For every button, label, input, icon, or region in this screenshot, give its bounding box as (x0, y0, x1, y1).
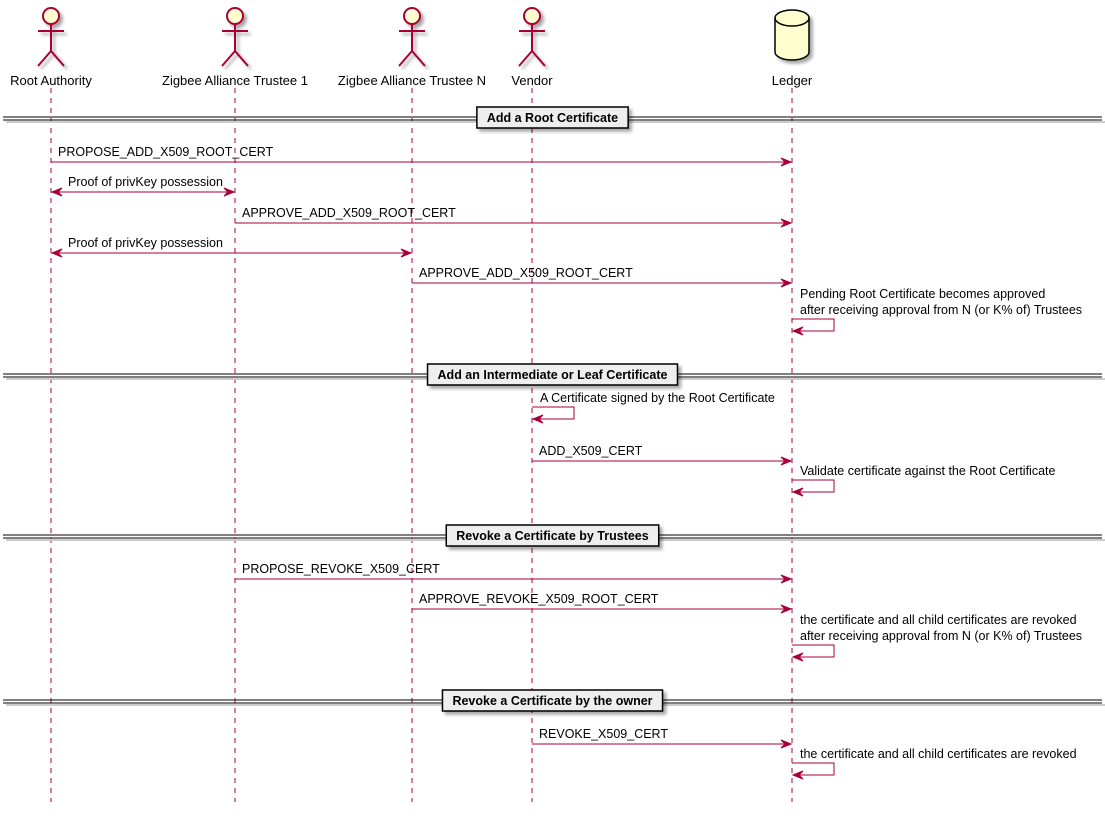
participants: Root Authority Zigbee Alliance Trustee 1 Z… (10, 7, 813, 88)
message-bidirectional: Proof of privKey possession (50, 236, 413, 258)
message-label: REVOKE_X509_CERT (539, 727, 668, 741)
message-label: ADD_X509_CERT (539, 444, 643, 458)
messages: PROPOSE_ADD_X509_ROOT_CERT Proof of privK… (50, 145, 1082, 780)
message-label: Pending Root Certificate becomes approve… (800, 287, 1045, 301)
section-title: Revoke a Certificate by the owner (452, 694, 652, 708)
message-label: the certificate and all child certificat… (800, 613, 1077, 627)
participant-label: Ledger (772, 73, 813, 88)
message-sync: ADD_X509_CERT (532, 444, 793, 466)
message-self: the certificate and all child certificat… (791, 747, 1077, 780)
message-self: A Certificate signed by the Root Certifi… (531, 391, 775, 424)
section-divider: Revoke a Certificate by the owner (3, 689, 1105, 712)
message-label: Proof of privKey possession (68, 175, 223, 189)
message-label: the certificate and all child certificat… (800, 747, 1077, 761)
section-title: Revoke a Certificate by Trustees (456, 529, 648, 543)
section-title: Add an Intermediate or Leaf Certificate (438, 368, 668, 382)
message-label: PROPOSE_REVOKE_X509_CERT (242, 562, 440, 576)
participant-tn: Zigbee Alliance Trustee N (338, 7, 486, 88)
participant-root: Root Authority (10, 7, 92, 88)
lifelines (50, 88, 793, 802)
participant-label: Zigbee Alliance Trustee N (338, 73, 486, 88)
message-sync: APPROVE_ADD_X509_ROOT_CERT (235, 206, 793, 228)
section-divider: Revoke a Certificate by Trustees (3, 524, 1105, 547)
message-self: Validate certificate against the Root Ce… (791, 464, 1056, 497)
message-label: Proof of privKey possession (68, 236, 223, 250)
message-label: PROPOSE_ADD_X509_ROOT_CERT (58, 145, 273, 159)
participant-label: Zigbee Alliance Trustee 1 (162, 73, 308, 88)
actor-icon (37, 7, 65, 67)
database-icon (774, 9, 810, 61)
actor-icon (398, 7, 426, 67)
participant-t1: Zigbee Alliance Trustee 1 (162, 7, 308, 88)
message-self: the certificate and all child certificat… (791, 613, 1082, 662)
participant-ledger: Ledger (772, 9, 813, 88)
message-label: APPROVE_REVOKE_X509_ROOT_CERT (419, 592, 659, 606)
actor-icon (221, 7, 249, 67)
message-label: A Certificate signed by the Root Certifi… (540, 391, 775, 405)
message-self: Pending Root Certificate becomes approve… (791, 287, 1082, 336)
section-title: Add a Root Certificate (487, 111, 618, 125)
message-label: APPROVE_ADD_X509_ROOT_CERT (419, 266, 633, 280)
message-sync: APPROVE_ADD_X509_ROOT_CERT (412, 266, 793, 288)
message-sync: PROPOSE_ADD_X509_ROOT_CERT (51, 145, 793, 167)
message-bidirectional: Proof of privKey possession (50, 175, 236, 197)
participant-label: Vendor (511, 73, 553, 88)
section-divider: Add a Root Certificate (3, 106, 1105, 129)
message-sync: APPROVE_REVOKE_X509_ROOT_CERT (412, 592, 793, 614)
message-label: APPROVE_ADD_X509_ROOT_CERT (242, 206, 456, 220)
message-label: after receiving approval from N (or K% o… (800, 629, 1082, 643)
participant-vendor: Vendor (511, 7, 553, 88)
message-sync: REVOKE_X509_CERT (532, 727, 793, 749)
message-label: after receiving approval from N (or K% o… (800, 303, 1082, 317)
section-divider: Add an Intermediate or Leaf Certificate (3, 363, 1105, 386)
actor-icon (518, 7, 546, 67)
participant-label: Root Authority (10, 73, 92, 88)
message-label: Validate certificate against the Root Ce… (800, 464, 1056, 478)
message-sync: PROPOSE_REVOKE_X509_CERT (235, 562, 793, 584)
sequence-diagram: Root Authority Zigbee Alliance Trustee 1 Z… (3, 7, 1105, 802)
